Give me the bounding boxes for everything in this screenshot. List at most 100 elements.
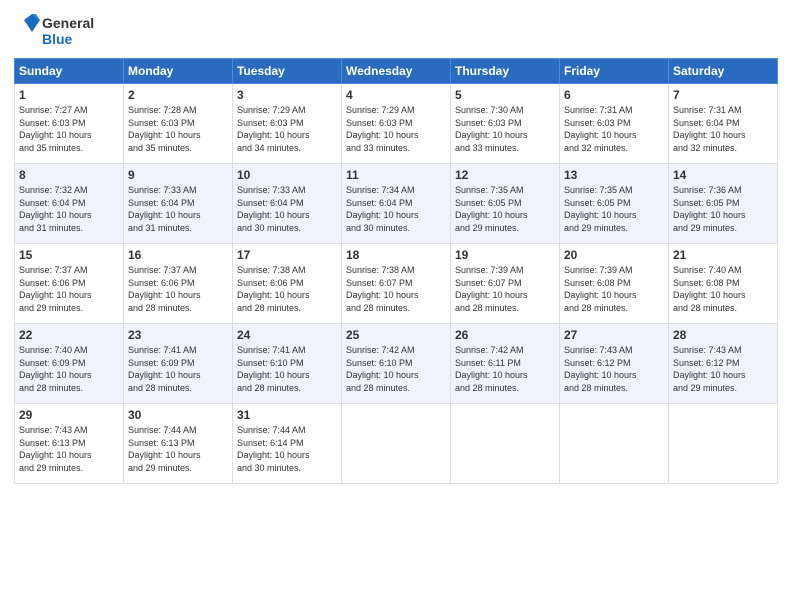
calendar-cell: 6 Sunrise: 7:31 AM Sunset: 6:03 PM Daylig… bbox=[560, 84, 669, 164]
calendar-header: SundayMondayTuesdayWednesdayThursdayFrid… bbox=[15, 59, 778, 84]
day-number: 2 bbox=[128, 88, 228, 102]
header: General Blue bbox=[14, 10, 778, 50]
day-number: 13 bbox=[564, 168, 664, 182]
calendar-cell: 18 Sunrise: 7:38 AM Sunset: 6:07 PM Dayli… bbox=[342, 244, 451, 324]
day-info: Sunrise: 7:44 AM Sunset: 6:13 PM Dayligh… bbox=[128, 424, 228, 474]
day-number: 11 bbox=[346, 168, 446, 182]
calendar-cell: 16 Sunrise: 7:37 AM Sunset: 6:06 PM Dayli… bbox=[124, 244, 233, 324]
day-info: Sunrise: 7:37 AM Sunset: 6:06 PM Dayligh… bbox=[128, 264, 228, 314]
day-info: Sunrise: 7:42 AM Sunset: 6:11 PM Dayligh… bbox=[455, 344, 555, 394]
calendar-cell: 30 Sunrise: 7:44 AM Sunset: 6:13 PM Dayli… bbox=[124, 404, 233, 484]
day-number: 12 bbox=[455, 168, 555, 182]
day-number: 28 bbox=[673, 328, 773, 342]
day-info: Sunrise: 7:40 AM Sunset: 6:09 PM Dayligh… bbox=[19, 344, 119, 394]
day-number: 6 bbox=[564, 88, 664, 102]
calendar-cell: 14 Sunrise: 7:36 AM Sunset: 6:05 PM Dayli… bbox=[669, 164, 778, 244]
day-number: 30 bbox=[128, 408, 228, 422]
calendar-cell: 26 Sunrise: 7:42 AM Sunset: 6:11 PM Dayli… bbox=[451, 324, 560, 404]
day-number: 4 bbox=[346, 88, 446, 102]
day-info: Sunrise: 7:31 AM Sunset: 6:04 PM Dayligh… bbox=[673, 104, 773, 154]
calendar-cell bbox=[342, 404, 451, 484]
calendar-cell: 11 Sunrise: 7:34 AM Sunset: 6:04 PM Dayli… bbox=[342, 164, 451, 244]
day-number: 23 bbox=[128, 328, 228, 342]
calendar-cell: 1 Sunrise: 7:27 AM Sunset: 6:03 PM Daylig… bbox=[15, 84, 124, 164]
calendar-cell: 15 Sunrise: 7:37 AM Sunset: 6:06 PM Dayli… bbox=[15, 244, 124, 324]
day-number: 20 bbox=[564, 248, 664, 262]
calendar-cell: 12 Sunrise: 7:35 AM Sunset: 6:05 PM Dayli… bbox=[451, 164, 560, 244]
day-number: 26 bbox=[455, 328, 555, 342]
day-number: 24 bbox=[237, 328, 337, 342]
day-number: 1 bbox=[19, 88, 119, 102]
calendar-cell: 5 Sunrise: 7:30 AM Sunset: 6:03 PM Daylig… bbox=[451, 84, 560, 164]
calendar-cell: 8 Sunrise: 7:32 AM Sunset: 6:04 PM Daylig… bbox=[15, 164, 124, 244]
calendar-container: General Blue SundayMondayTuesdayWednesda… bbox=[0, 0, 792, 612]
day-number: 15 bbox=[19, 248, 119, 262]
calendar-cell: 31 Sunrise: 7:44 AM Sunset: 6:14 PM Dayli… bbox=[233, 404, 342, 484]
calendar-body: 1 Sunrise: 7:27 AM Sunset: 6:03 PM Daylig… bbox=[15, 84, 778, 484]
day-info: Sunrise: 7:34 AM Sunset: 6:04 PM Dayligh… bbox=[346, 184, 446, 234]
day-number: 8 bbox=[19, 168, 119, 182]
day-number: 7 bbox=[673, 88, 773, 102]
day-info: Sunrise: 7:30 AM Sunset: 6:03 PM Dayligh… bbox=[455, 104, 555, 154]
day-info: Sunrise: 7:32 AM Sunset: 6:04 PM Dayligh… bbox=[19, 184, 119, 234]
day-info: Sunrise: 7:44 AM Sunset: 6:14 PM Dayligh… bbox=[237, 424, 337, 474]
calendar-cell bbox=[669, 404, 778, 484]
day-number: 10 bbox=[237, 168, 337, 182]
day-info: Sunrise: 7:33 AM Sunset: 6:04 PM Dayligh… bbox=[237, 184, 337, 234]
day-info: Sunrise: 7:39 AM Sunset: 6:07 PM Dayligh… bbox=[455, 264, 555, 314]
day-header-saturday: Saturday bbox=[669, 59, 778, 84]
svg-text:Blue: Blue bbox=[42, 31, 73, 47]
day-number: 22 bbox=[19, 328, 119, 342]
day-info: Sunrise: 7:40 AM Sunset: 6:08 PM Dayligh… bbox=[673, 264, 773, 314]
day-number: 14 bbox=[673, 168, 773, 182]
calendar-cell: 7 Sunrise: 7:31 AM Sunset: 6:04 PM Daylig… bbox=[669, 84, 778, 164]
day-info: Sunrise: 7:31 AM Sunset: 6:03 PM Dayligh… bbox=[564, 104, 664, 154]
calendar-cell: 10 Sunrise: 7:33 AM Sunset: 6:04 PM Dayli… bbox=[233, 164, 342, 244]
day-info: Sunrise: 7:38 AM Sunset: 6:06 PM Dayligh… bbox=[237, 264, 337, 314]
calendar-cell: 24 Sunrise: 7:41 AM Sunset: 6:10 PM Dayli… bbox=[233, 324, 342, 404]
calendar-cell: 19 Sunrise: 7:39 AM Sunset: 6:07 PM Dayli… bbox=[451, 244, 560, 324]
day-info: Sunrise: 7:33 AM Sunset: 6:04 PM Dayligh… bbox=[128, 184, 228, 234]
day-info: Sunrise: 7:43 AM Sunset: 6:13 PM Dayligh… bbox=[19, 424, 119, 474]
day-info: Sunrise: 7:43 AM Sunset: 6:12 PM Dayligh… bbox=[673, 344, 773, 394]
svg-text:General: General bbox=[42, 15, 94, 31]
day-info: Sunrise: 7:37 AM Sunset: 6:06 PM Dayligh… bbox=[19, 264, 119, 314]
day-info: Sunrise: 7:43 AM Sunset: 6:12 PM Dayligh… bbox=[564, 344, 664, 394]
day-info: Sunrise: 7:35 AM Sunset: 6:05 PM Dayligh… bbox=[564, 184, 664, 234]
day-number: 18 bbox=[346, 248, 446, 262]
calendar-cell: 13 Sunrise: 7:35 AM Sunset: 6:05 PM Dayli… bbox=[560, 164, 669, 244]
day-number: 31 bbox=[237, 408, 337, 422]
day-number: 29 bbox=[19, 408, 119, 422]
day-info: Sunrise: 7:35 AM Sunset: 6:05 PM Dayligh… bbox=[455, 184, 555, 234]
day-number: 5 bbox=[455, 88, 555, 102]
calendar-cell: 27Sunrise: 7:43 AM Sunset: 6:12 PM Dayli… bbox=[560, 324, 669, 404]
day-info: Sunrise: 7:39 AM Sunset: 6:08 PM Dayligh… bbox=[564, 264, 664, 314]
calendar-cell bbox=[451, 404, 560, 484]
day-number: 17 bbox=[237, 248, 337, 262]
day-number: 19 bbox=[455, 248, 555, 262]
day-info: Sunrise: 7:38 AM Sunset: 6:07 PM Dayligh… bbox=[346, 264, 446, 314]
day-number: 21 bbox=[673, 248, 773, 262]
day-info: Sunrise: 7:42 AM Sunset: 6:10 PM Dayligh… bbox=[346, 344, 446, 394]
day-header-friday: Friday bbox=[560, 59, 669, 84]
calendar-cell: 21 Sunrise: 7:40 AM Sunset: 6:08 PM Dayli… bbox=[669, 244, 778, 324]
day-info: Sunrise: 7:41 AM Sunset: 6:09 PM Dayligh… bbox=[128, 344, 228, 394]
day-number: 16 bbox=[128, 248, 228, 262]
calendar-table: SundayMondayTuesdayWednesdayThursdayFrid… bbox=[14, 58, 778, 484]
day-info: Sunrise: 7:36 AM Sunset: 6:05 PM Dayligh… bbox=[673, 184, 773, 234]
day-header-sunday: Sunday bbox=[15, 59, 124, 84]
calendar-cell: 20 Sunrise: 7:39 AM Sunset: 6:08 PM Dayli… bbox=[560, 244, 669, 324]
calendar-cell bbox=[560, 404, 669, 484]
logo-svg: General Blue bbox=[14, 10, 104, 50]
day-number: 9 bbox=[128, 168, 228, 182]
calendar-cell: 28 Sunrise: 7:43 AM Sunset: 6:12 PM Dayli… bbox=[669, 324, 778, 404]
logo: General Blue bbox=[14, 10, 104, 50]
day-number: 25 bbox=[346, 328, 446, 342]
day-info: Sunrise: 7:27 AM Sunset: 6:03 PM Dayligh… bbox=[19, 104, 119, 154]
calendar-cell: 3Sunrise: 7:29 AM Sunset: 6:03 PM Daylig… bbox=[233, 84, 342, 164]
day-info: Sunrise: 7:28 AM Sunset: 6:03 PM Dayligh… bbox=[128, 104, 228, 154]
calendar-cell: 9 Sunrise: 7:33 AM Sunset: 6:04 PM Daylig… bbox=[124, 164, 233, 244]
calendar-cell: 29 Sunrise: 7:43 AM Sunset: 6:13 PM Dayli… bbox=[15, 404, 124, 484]
calendar-cell: 4Sunrise: 7:29 AM Sunset: 6:03 PM Daylig… bbox=[342, 84, 451, 164]
day-info: Sunrise: 7:41 AM Sunset: 6:10 PM Dayligh… bbox=[237, 344, 337, 394]
